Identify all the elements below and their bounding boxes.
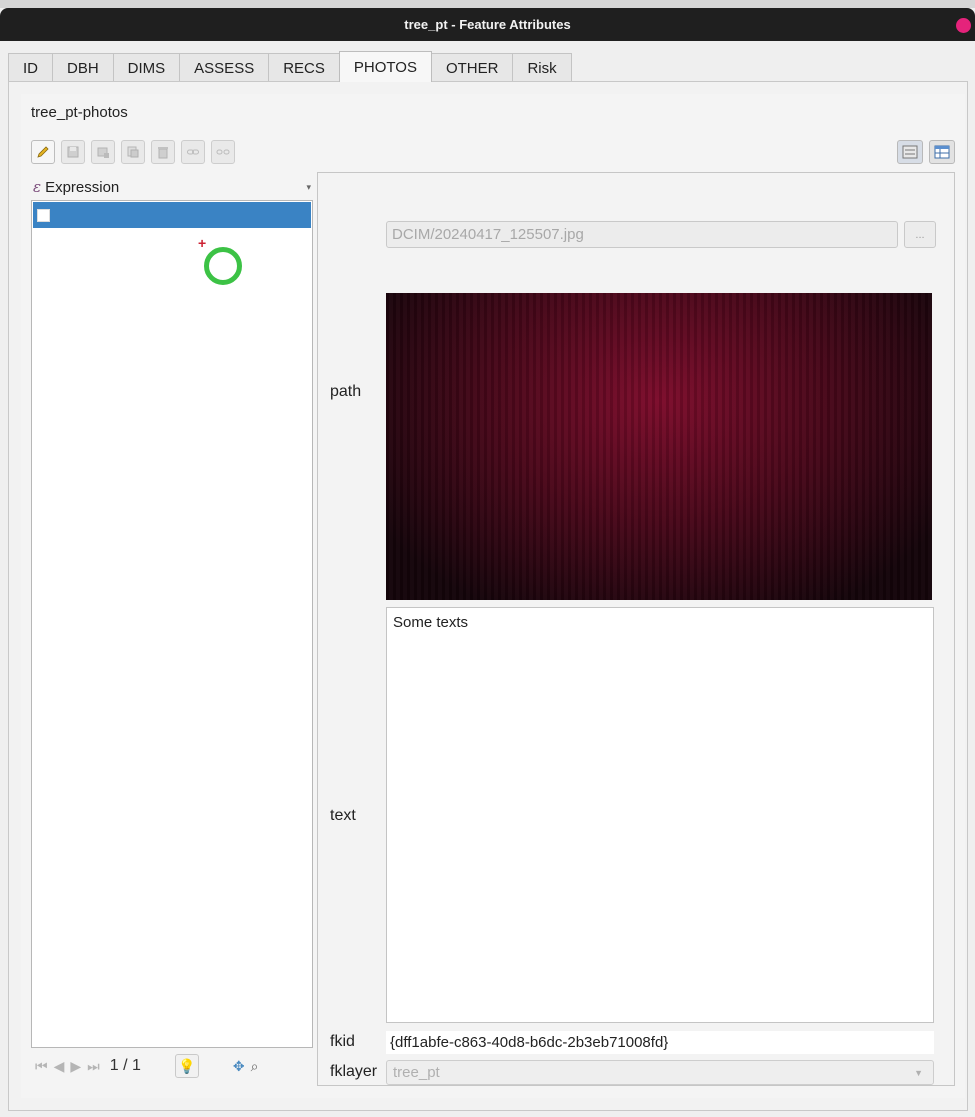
unlink-icon	[216, 149, 230, 155]
tab-bar: ID DBH DIMS ASSESS RECS PHOTOS OTHER Ris…	[8, 51, 572, 82]
chevron-down-icon: ▼	[914, 1067, 923, 1078]
window-titlebar[interactable]: tree_pt - Feature Attributes	[0, 8, 975, 41]
lightbulb-icon: 💡	[178, 1057, 196, 1074]
photo-preview	[386, 293, 932, 600]
pencil-icon	[37, 146, 49, 158]
link-icon	[187, 149, 199, 155]
save-edits-button[interactable]	[61, 140, 85, 164]
toggle-editing-button[interactable]	[31, 140, 55, 164]
path-field[interactable]: DCIM/20240417_125507.jpg	[386, 221, 898, 248]
fklayer-select[interactable]: tree_pt ▼	[386, 1060, 934, 1085]
feature-list-panel: ε Expression ▾ + ⏮ ◀ ▶ ⏭ 1 / 1 💡 ✥ ⌕	[31, 174, 313, 1078]
row-checkbox[interactable]	[37, 208, 50, 222]
fkid-field[interactable]: {dff1abfe-c863-40d8-b6dc-2b3eb71008fd}	[386, 1031, 934, 1054]
tab-dbh[interactable]: DBH	[52, 53, 114, 82]
feature-form-panel: DCIM/20240417_125507.jpg ... path text S…	[317, 172, 955, 1086]
text-label: text	[330, 807, 356, 824]
save-icon	[67, 146, 79, 158]
form-view-icon	[902, 145, 918, 159]
duplicate-icon	[127, 146, 139, 158]
window-title: tree_pt - Feature Attributes	[404, 17, 571, 32]
fklayer-value: tree_pt	[393, 1064, 440, 1081]
highlight-feature-button[interactable]: 💡	[174, 1054, 199, 1078]
form-view-button[interactable]	[897, 140, 923, 164]
duplicate-feature-button[interactable]	[121, 140, 145, 164]
tab-assess[interactable]: ASSESS	[179, 53, 270, 82]
feature-navigation: ⏮ ◀ ▶ ⏭ 1 / 1 💡 ✥ ⌕	[31, 1052, 313, 1080]
relation-title: tree_pt-photos	[31, 104, 128, 121]
text-field[interactable]: Some texts	[386, 607, 934, 1023]
unlink-feature-button[interactable]	[211, 140, 235, 164]
path-label: path	[330, 383, 362, 400]
expression-header[interactable]: ε Expression ▾	[31, 174, 313, 200]
feature-count: 1 / 1	[109, 1057, 141, 1074]
view-switcher	[897, 140, 955, 164]
feature-list[interactable]: +	[31, 200, 313, 1048]
close-window-button[interactable]	[956, 18, 971, 33]
tab-risk[interactable]: Risk	[512, 53, 572, 82]
tab-id[interactable]: ID	[8, 53, 53, 82]
list-item[interactable]	[33, 202, 311, 228]
tab-photos[interactable]: PHOTOS	[338, 51, 432, 82]
table-view-icon	[934, 145, 950, 159]
table-view-button[interactable]	[929, 140, 955, 164]
chevron-down-icon[interactable]: ▾	[306, 182, 313, 193]
expression-icon: ε	[33, 178, 42, 196]
first-feature-icon[interactable]: ⏮	[35, 1058, 48, 1075]
link-feature-button[interactable]	[181, 140, 205, 164]
photos-tab-pane: tree_pt-photos ε Expression ▾ + ⏮ ◀ ▶ ⏭ …	[8, 81, 968, 1111]
relation-editor: tree_pt-photos ε Expression ▾ + ⏮ ◀ ▶ ⏭ …	[21, 94, 965, 1098]
tab-recs[interactable]: RECS	[268, 53, 340, 82]
pan-to-feature-icon[interactable]: ✥	[233, 1058, 245, 1075]
add-feature-icon	[97, 147, 109, 158]
trash-icon	[158, 147, 168, 159]
delete-feature-button[interactable]	[151, 140, 175, 164]
tab-other[interactable]: OTHER	[430, 53, 514, 82]
add-child-feature-button[interactable]	[91, 140, 115, 164]
fkid-label: fkid	[330, 1033, 355, 1050]
browse-button[interactable]: ...	[904, 221, 936, 248]
relation-toolbar	[31, 140, 235, 164]
fklayer-label: fklayer	[330, 1063, 378, 1080]
previous-feature-icon[interactable]: ◀	[54, 1058, 65, 1075]
next-feature-icon[interactable]: ▶	[70, 1058, 81, 1075]
click-indicator-icon	[204, 247, 242, 285]
mouse-crosshair-icon: +	[198, 235, 207, 251]
expression-label: Expression	[45, 178, 120, 196]
last-feature-icon[interactable]: ⏭	[87, 1058, 100, 1075]
tab-dims[interactable]: DIMS	[112, 53, 181, 82]
zoom-to-feature-icon[interactable]: ⌕	[251, 1058, 259, 1075]
desktop-top-strip	[0, 0, 975, 8]
